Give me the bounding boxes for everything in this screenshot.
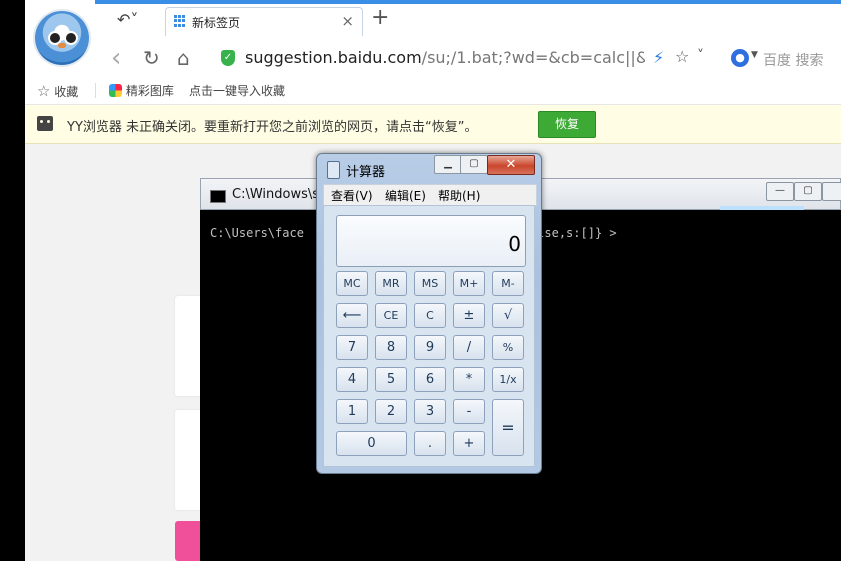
key-reciprocal[interactable]: 1/x	[492, 367, 524, 392]
key-9[interactable]: 9	[414, 335, 446, 360]
calculator-display: 0	[336, 215, 526, 267]
key-equals[interactable]: =	[492, 399, 524, 456]
key-4[interactable]: 4	[336, 367, 368, 392]
chevron-down-icon[interactable]: ˅	[697, 48, 704, 64]
search-box[interactable]: ● ▼ 百度 搜索	[725, 46, 835, 72]
key-5[interactable]: 5	[375, 367, 407, 392]
key-add[interactable]: +	[453, 431, 485, 456]
key-3[interactable]: 3	[414, 399, 446, 424]
key-m-minus[interactable]: M-	[492, 271, 524, 296]
divider	[95, 83, 96, 98]
back-button[interactable]: ‹	[111, 45, 121, 71]
menu-view[interactable]: 查看(V)	[331, 187, 373, 204]
key-backspace[interactable]: ⟵	[336, 303, 368, 328]
avatar[interactable]	[35, 11, 89, 65]
engine-dropdown-icon[interactable]: ▼	[751, 50, 758, 60]
avatar-nose	[58, 43, 66, 48]
secure-shield-icon: ✓	[221, 50, 235, 66]
menu-bar: 查看(V) 编辑(E) 帮助(H)	[323, 184, 537, 206]
bookmark-label: 精彩图库	[125, 84, 174, 98]
undo-close-tab-icon[interactable]: ↶˅	[117, 10, 151, 30]
notice-text: YY浏览器 未正确关闭。要重新打开您之前浏览的网页，请点击“恢复”。	[67, 120, 478, 135]
key-c[interactable]: C	[414, 303, 446, 328]
key-subtract[interactable]: -	[453, 399, 485, 424]
key-2[interactable]: 2	[375, 399, 407, 424]
tab-close-icon[interactable]: ×	[341, 12, 354, 30]
key-7[interactable]: 7	[336, 335, 368, 360]
key-multiply[interactable]: *	[453, 367, 485, 392]
gallery-icon	[109, 84, 122, 97]
minimize-button[interactable]: —	[766, 182, 794, 201]
console-line-left: C:\Users\face	[210, 226, 304, 240]
url-field[interactable]: ✓ suggestion.baidu.com/su;/1.bat;?wd=&cb…	[215, 46, 717, 72]
menu-edit[interactable]: 编辑(E)	[385, 187, 426, 204]
url-path: /su;/1.bat;?wd=&cb=calc||&sid=1	[421, 48, 645, 67]
key-ms[interactable]: MS	[414, 271, 446, 296]
sad-face-icon	[37, 116, 53, 131]
key-8[interactable]: 8	[375, 335, 407, 360]
home-button[interactable]: ⌂	[177, 46, 190, 70]
search-placeholder: 百度 搜索	[763, 53, 824, 69]
favorite-star-icon[interactable]: ☆	[675, 47, 689, 66]
baidu-paw-icon[interactable]: ●	[731, 49, 749, 67]
key-divide[interactable]: /	[453, 335, 485, 360]
reload-button[interactable]: ↻	[143, 46, 160, 70]
accent-stripe	[95, 0, 841, 4]
restore-notice-bar: YY浏览器 未正确关闭。要重新打开您之前浏览的网页，请点击“恢复”。 恢复	[25, 105, 841, 144]
bookmark-import[interactable]: 点击一键导入收藏	[189, 82, 285, 99]
key-mc[interactable]: MC	[336, 271, 368, 296]
display-value: 0	[508, 232, 521, 256]
calculator-window[interactable]: 计算器 ▁ ▢ ✕ 查看(V) 编辑(E) 帮助(H) 0 MC MR MS M…	[316, 153, 542, 474]
speed-mode-icon[interactable]: ⚡	[653, 48, 664, 67]
new-tab-button[interactable]: +	[371, 6, 389, 30]
url-domain: suggestion.baidu.com	[245, 48, 422, 67]
selection-highlight	[720, 206, 804, 210]
key-1[interactable]: 1	[336, 399, 368, 424]
tab-new-tab[interactable]: 新标签页 ×	[165, 7, 363, 36]
key-plus-minus[interactable]: ±	[453, 303, 485, 328]
key-0[interactable]: 0	[336, 431, 407, 456]
restore-button[interactable]: 恢复	[538, 111, 596, 138]
console-icon	[210, 190, 226, 203]
key-m-plus[interactable]: M+	[453, 271, 485, 296]
key-decimal[interactable]: .	[414, 431, 446, 456]
key-sqrt[interactable]: √	[492, 303, 524, 328]
tab-bar: ↶˅ 新标签页 × +	[25, 0, 841, 40]
avatar-eye	[64, 31, 78, 45]
bookmark-label: 收藏	[54, 85, 79, 99]
url-text: suggestion.baidu.com/su;/1.bat;?wd=&cb=c…	[245, 48, 645, 67]
key-ce[interactable]: CE	[375, 303, 407, 328]
key-mr[interactable]: MR	[375, 271, 407, 296]
menu-help[interactable]: 帮助(H)	[438, 187, 480, 204]
console-title: C:\Windows\sy	[232, 187, 327, 202]
bookmarks-bar: ☆ 收藏 精彩图库 点击一键导入收藏	[25, 76, 841, 105]
minimize-button[interactable]: ▁	[434, 155, 462, 174]
console-line-right: alse,s:[]} >	[529, 226, 617, 240]
maximize-button[interactable]: ▢	[794, 182, 822, 201]
calculator-title: 计算器	[346, 165, 386, 180]
tab-label: 新标签页	[192, 16, 241, 30]
key-percent[interactable]: %	[492, 335, 524, 360]
grid-icon	[174, 15, 186, 27]
maximize-button[interactable]: ▢	[460, 155, 488, 174]
star-icon: ☆	[37, 82, 51, 100]
address-toolbar: ‹ ↻ ⌂ ✓ suggestion.baidu.com/su;/1.bat;?…	[25, 40, 841, 76]
key-6[interactable]: 6	[414, 367, 446, 392]
calculator-icon	[327, 161, 340, 179]
close-button[interactable]: ✕	[487, 155, 535, 175]
calculator-panel: 0 MC MR MS M+ M- ⟵ CE C ± √ 7 8 9 / % 4 …	[323, 205, 535, 467]
bookmark-favorites[interactable]: ☆ 收藏	[37, 82, 78, 100]
bookmark-gallery[interactable]: 精彩图库	[109, 82, 174, 99]
close-button[interactable]	[822, 182, 841, 201]
